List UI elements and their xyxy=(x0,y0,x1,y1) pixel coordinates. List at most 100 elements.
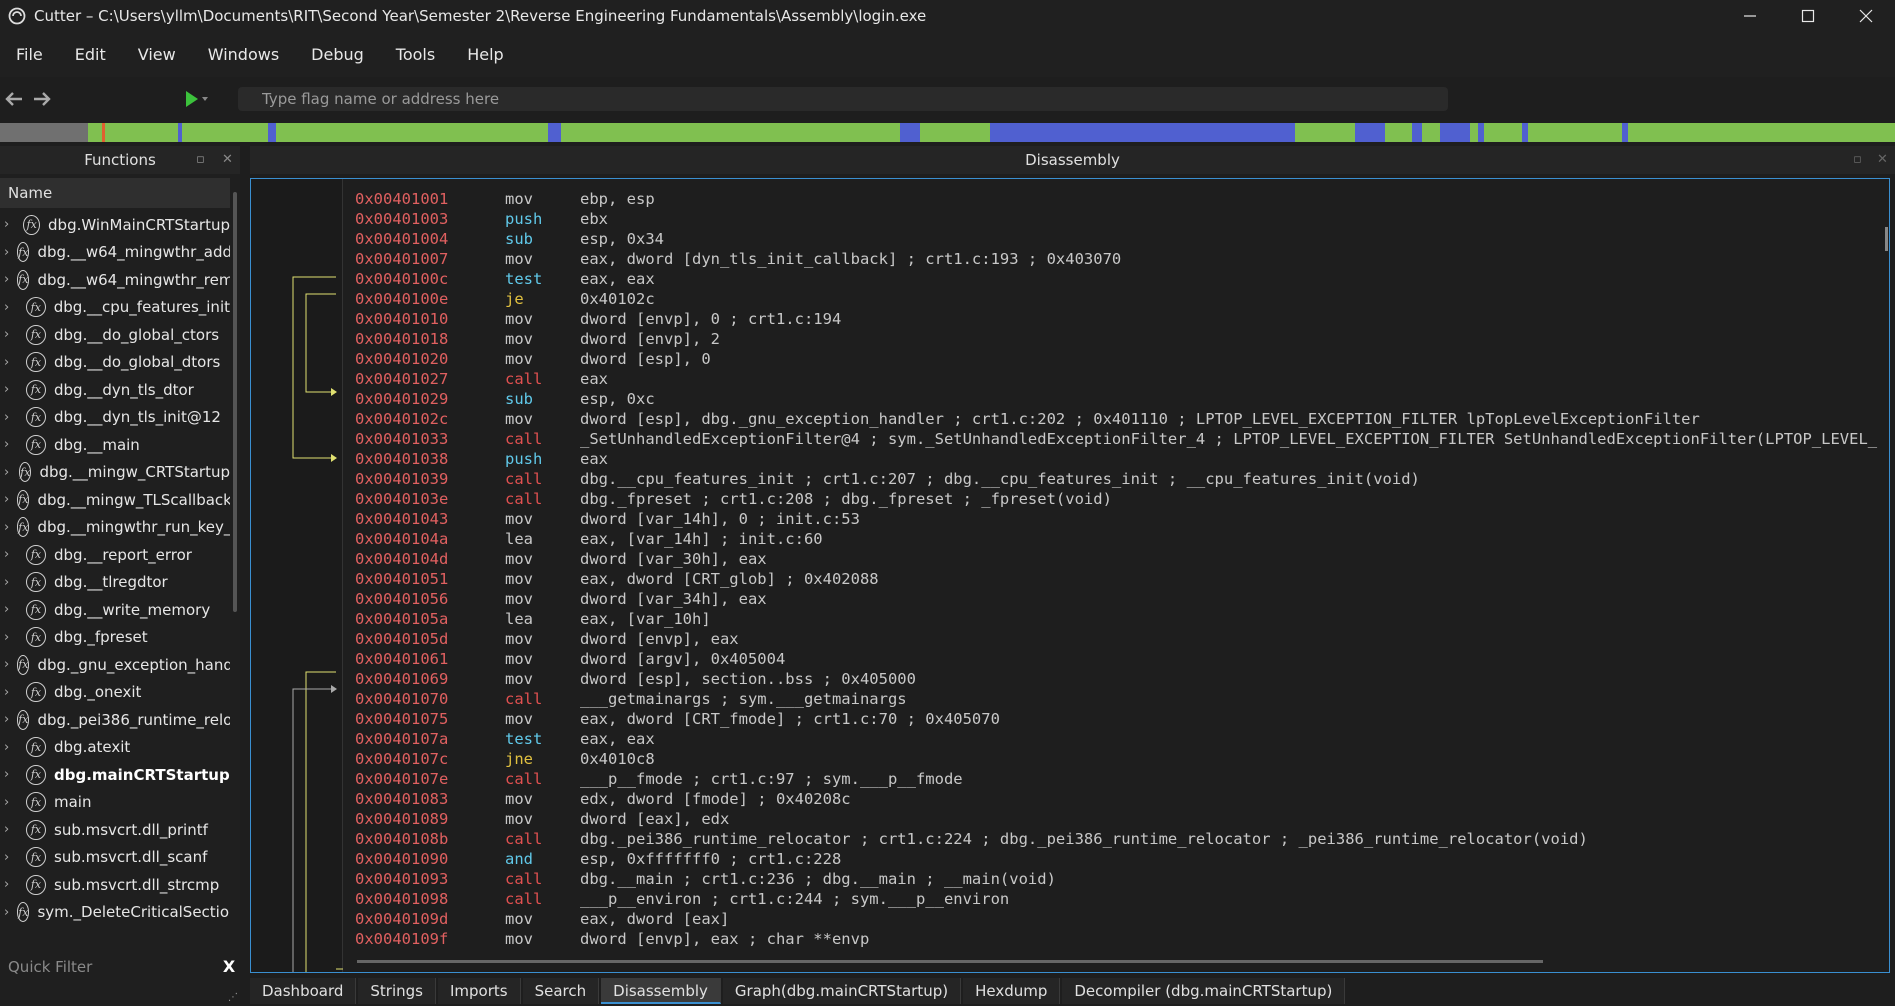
chevron-right-icon[interactable]: › xyxy=(4,630,18,645)
close-panel-icon[interactable]: ✕ xyxy=(222,152,233,167)
disassembly-line[interactable]: 0x00401043 mov dword [var_14h], 0 ; init.c… xyxy=(355,509,1885,529)
quick-filter-clear-button[interactable]: X xyxy=(218,955,240,979)
instruction-address[interactable]: 0x00401098 xyxy=(355,889,505,909)
function-list-item[interactable]: › fx dbg.__do_global_dtors xyxy=(0,349,230,377)
disassembly-line[interactable]: 0x0040100c test eax, eax xyxy=(355,269,1885,289)
tab-decompiler-dbg-maincrtstartup[interactable]: Decompiler (dbg.mainCRTStartup) xyxy=(1062,978,1346,1004)
disassembly-line[interactable]: 0x00401098 call ___p__environ ; crt1.c:244… xyxy=(355,889,1885,909)
float-panel-icon[interactable]: ▫ xyxy=(196,152,205,167)
function-list-item[interactable]: › fx main xyxy=(0,789,230,817)
instruction-address[interactable]: 0x00401007 xyxy=(355,249,505,269)
back-arrow-icon[interactable] xyxy=(2,87,26,111)
disassembly-line[interactable]: 0x0040108b call dbg._pei386_runtime_reloca… xyxy=(355,829,1885,849)
chevron-right-icon[interactable]: › xyxy=(4,355,18,370)
function-list-item[interactable]: › fx dbg.__write_memory xyxy=(0,596,230,624)
flag-search-input[interactable] xyxy=(238,87,1448,111)
disassembly-vscrollbar[interactable] xyxy=(1885,227,1888,251)
instruction-address[interactable]: 0x0040107e xyxy=(355,769,505,789)
function-list-item[interactable]: › fx dbg.__mingw_TLScallback xyxy=(0,486,230,514)
chevron-right-icon[interactable]: › xyxy=(4,245,9,260)
disassembly-line[interactable]: 0x00401007 mov eax, dword [dyn_tls_init_ca… xyxy=(355,249,1885,269)
instruction-address[interactable]: 0x00401090 xyxy=(355,849,505,869)
menu-windows[interactable]: Windows xyxy=(192,32,295,77)
disassembly-line[interactable]: 0x00401027 call eax xyxy=(355,369,1885,389)
instruction-address[interactable]: 0x00401075 xyxy=(355,709,505,729)
maximize-button[interactable] xyxy=(1779,0,1837,32)
function-list-item[interactable]: › fx sub.msvcrt.dll_scanf xyxy=(0,844,230,872)
instruction-address[interactable]: 0x0040107a xyxy=(355,729,505,749)
chevron-right-icon[interactable]: › xyxy=(4,822,18,837)
tab-search[interactable]: Search xyxy=(522,978,600,1004)
function-list-item[interactable]: › fx dbg.mainCRTStartup xyxy=(0,761,230,789)
close-panel-icon[interactable]: ✕ xyxy=(1877,146,1888,174)
instruction-address[interactable]: 0x00401056 xyxy=(355,589,505,609)
resize-grip-icon[interactable]: ⋰ xyxy=(228,992,238,1003)
instruction-address[interactable]: 0x0040100e xyxy=(355,289,505,309)
disassembly-line[interactable]: 0x00401083 mov edx, dword [fmode] ; 0x4020… xyxy=(355,789,1885,809)
chevron-right-icon[interactable]: › xyxy=(4,217,15,232)
disassembly-view[interactable]: 0x00401001 mov ebp, esp 0x00401003 push ebx 0x… xyxy=(250,178,1890,973)
chevron-right-icon[interactable]: › xyxy=(4,795,18,810)
disassembly-line[interactable]: 0x0040109f mov dword [envp], eax ; char **… xyxy=(355,929,1885,949)
function-list-item[interactable]: › fx dbg.__mingw_CRTStartup xyxy=(0,459,230,487)
disassembly-line[interactable]: 0x00401033 call _SetUnhandledExceptionFilt… xyxy=(355,429,1885,449)
instruction-address[interactable]: 0x00401003 xyxy=(355,209,505,229)
function-list-item[interactable]: › fx dbg._gnu_exception_handl xyxy=(0,651,230,679)
memory-overview-bar[interactable] xyxy=(0,123,1895,142)
function-list-item[interactable]: › fx dbg.atexit xyxy=(0,734,230,762)
chevron-right-icon[interactable]: › xyxy=(4,685,18,700)
disassembly-line[interactable]: 0x00401075 mov eax, dword [CRT_fmode] ; cr… xyxy=(355,709,1885,729)
menu-debug[interactable]: Debug xyxy=(295,32,380,77)
instruction-address[interactable]: 0x00401093 xyxy=(355,869,505,889)
disassembly-line[interactable]: 0x0040104d mov dword [var_30h], eax xyxy=(355,549,1885,569)
function-list-item[interactable]: › fx dbg.__report_error xyxy=(0,541,230,569)
instruction-address[interactable]: 0x00401083 xyxy=(355,789,505,809)
chevron-right-icon[interactable]: › xyxy=(4,465,11,480)
instruction-address[interactable]: 0x0040103e xyxy=(355,489,505,509)
chevron-right-icon[interactable]: › xyxy=(4,492,9,507)
function-list-item[interactable]: › fx dbg.WinMainCRTStartup xyxy=(0,211,230,239)
menu-file[interactable]: File xyxy=(0,32,59,77)
chevron-right-icon[interactable]: › xyxy=(4,657,9,672)
function-list-item[interactable]: › fx dbg.__main xyxy=(0,431,230,459)
function-list-item[interactable]: › fx dbg.__dyn_tls_dtor xyxy=(0,376,230,404)
tab-disassembly[interactable]: Disassembly xyxy=(601,978,721,1004)
instruction-address[interactable]: 0x0040109f xyxy=(355,929,505,949)
instruction-address[interactable]: 0x00401039 xyxy=(355,469,505,489)
instruction-address[interactable]: 0x00401070 xyxy=(355,689,505,709)
disassembly-line[interactable]: 0x0040109d mov eax, dword [eax] xyxy=(355,909,1885,929)
instruction-address[interactable]: 0x0040102c xyxy=(355,409,505,429)
menu-help[interactable]: Help xyxy=(451,32,519,77)
disassembly-line[interactable]: 0x00401051 mov eax, dword [CRT_glob] ; 0x4… xyxy=(355,569,1885,589)
disassembly-line[interactable]: 0x0040105a lea eax, [var_10h] xyxy=(355,609,1885,629)
function-list-item[interactable]: › fx sym._DeleteCriticalSection_ xyxy=(0,899,230,927)
function-list-item[interactable]: › fx dbg.__w64_mingwthr_add xyxy=(0,239,230,267)
tab-graph-dbg-maincrtstartup[interactable]: Graph(dbg.mainCRTStartup) xyxy=(722,978,962,1004)
disassembly-line[interactable]: 0x00401003 push ebx xyxy=(355,209,1885,229)
disassembly-line[interactable]: 0x00401056 mov dword [var_34h], eax xyxy=(355,589,1885,609)
function-list-item[interactable]: › fx dbg.__w64_mingwthr_rem xyxy=(0,266,230,294)
chevron-right-icon[interactable]: › xyxy=(4,547,18,562)
disassembly-line[interactable]: 0x0040103e call dbg._fpreset ; crt1.c:208 … xyxy=(355,489,1885,509)
disassembly-line[interactable]: 0x00401089 mov dword [eax], edx xyxy=(355,809,1885,829)
float-panel-icon[interactable]: ▫ xyxy=(1853,146,1862,174)
functions-scrollbar[interactable] xyxy=(233,192,237,612)
instruction-address[interactable]: 0x00401027 xyxy=(355,369,505,389)
close-button[interactable] xyxy=(1837,0,1895,32)
disassembly-line[interactable]: 0x0040107e call ___p__fmode ; crt1.c:97 ; … xyxy=(355,769,1885,789)
chevron-right-icon[interactable]: › xyxy=(4,850,18,865)
instruction-address[interactable]: 0x00401038 xyxy=(355,449,505,469)
tab-dashboard[interactable]: Dashboard xyxy=(250,978,357,1004)
instruction-address[interactable]: 0x0040104d xyxy=(355,549,505,569)
chevron-right-icon[interactable]: › xyxy=(4,327,18,342)
disassembly-line[interactable]: 0x0040107c jne 0x4010c8 xyxy=(355,749,1885,769)
chevron-right-icon[interactable]: › xyxy=(4,712,9,727)
instruction-address[interactable]: 0x00401029 xyxy=(355,389,505,409)
instruction-address[interactable]: 0x00401018 xyxy=(355,329,505,349)
instruction-address[interactable]: 0x00401069 xyxy=(355,669,505,689)
function-list-item[interactable]: › fx sub.msvcrt.dll_printf xyxy=(0,816,230,844)
instruction-address[interactable]: 0x00401089 xyxy=(355,809,505,829)
chevron-right-icon[interactable]: › xyxy=(4,300,18,315)
disassembly-line[interactable]: 0x00401038 push eax xyxy=(355,449,1885,469)
disassembly-hscrollbar[interactable] xyxy=(357,960,1543,963)
